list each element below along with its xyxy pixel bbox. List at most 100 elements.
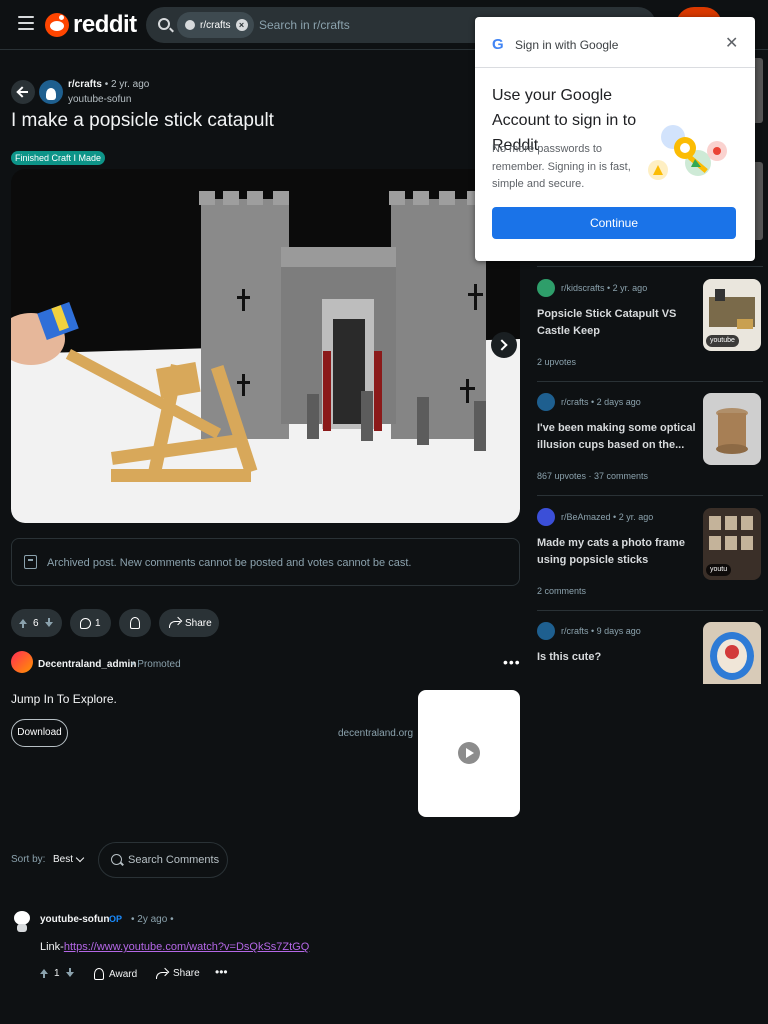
comment-time: • 2y ago • — [131, 914, 174, 925]
advertiser-avatar[interactable] — [11, 651, 33, 673]
related-title[interactable]: Is this cute? — [537, 649, 697, 666]
upvote-icon[interactable] — [17, 617, 29, 629]
post-time: 2 yr. ago — [110, 79, 150, 90]
close-icon[interactable]: ✕ — [725, 36, 738, 52]
archived-notice: Archived post. New comments cannot be po… — [11, 538, 520, 586]
divider — [537, 381, 763, 382]
subreddit-avatar — [537, 508, 555, 526]
subreddit-avatar — [537, 622, 555, 640]
craft-thumbnail-image — [710, 632, 754, 680]
chevron-down-icon[interactable] — [75, 853, 85, 863]
comment-vote-count: 1 — [54, 967, 60, 979]
archive-icon — [24, 555, 37, 569]
related-stats: 867 upvotes · 37 comments — [537, 471, 649, 481]
downvote-icon[interactable] — [43, 617, 55, 629]
related-meta: r/BeAmazed • 2 yr. ago — [561, 512, 654, 522]
logo-text: reddit — [73, 11, 137, 38]
menu-icon[interactable] — [18, 16, 34, 30]
related-meta: r/crafts • 9 days ago — [561, 626, 641, 636]
share-icon — [156, 969, 168, 979]
comment-author[interactable]: youtube-sofun — [40, 914, 109, 925]
vote-control: 6 — [11, 609, 62, 637]
divider — [537, 610, 763, 611]
ad-more-icon[interactable]: ••• — [503, 654, 521, 670]
google-logo-icon: G — [492, 36, 504, 53]
related-stats: 2 comments — [537, 586, 587, 596]
youtube-badge: youtube — [706, 335, 739, 347]
related-post[interactable]: r/BeAmazed • 2 yr. ago Made my cats a ph… — [537, 508, 763, 608]
comment-icon — [80, 617, 91, 629]
search-placeholder[interactable]: Search in r/crafts — [259, 18, 350, 32]
post-meta: r/crafts • 2 yr. ago — [68, 79, 150, 90]
award-icon — [130, 617, 140, 629]
archived-text: Archived post. New comments cannot be po… — [47, 557, 412, 569]
google-popup-title: Sign in with Google — [515, 38, 619, 52]
share-button[interactable]: Share — [159, 609, 219, 637]
commenter-avatar[interactable] — [11, 905, 33, 932]
post-author[interactable]: youtube-sofun — [68, 94, 131, 105]
ad-download-button[interactable]: Download — [11, 719, 68, 747]
clear-chip-icon[interactable]: × — [235, 19, 248, 31]
sort-label: Sort by: — [11, 854, 46, 865]
reddit-snoo-icon — [45, 13, 69, 37]
divider — [475, 67, 755, 68]
post-image-gallery[interactable] — [11, 169, 520, 523]
back-button[interactable] — [11, 80, 35, 104]
op-badge: OP — [109, 914, 123, 924]
search-icon — [111, 854, 122, 865]
ad-domain[interactable]: decentraland.org — [338, 728, 413, 739]
upvote-icon[interactable] — [38, 967, 50, 979]
subreddit-avatar[interactable] — [39, 80, 63, 104]
key-illustration-icon — [648, 125, 727, 180]
post-title: I make a popsicle stick catapult — [11, 110, 274, 131]
related-thumbnail[interactable] — [703, 622, 761, 684]
comment-body: Link-https://www.youtube.com/watch?v=DsQ… — [40, 941, 310, 953]
reddit-logo[interactable]: reddit — [45, 11, 137, 39]
comment-vote-control: 1 — [38, 967, 76, 979]
comment-award-button[interactable]: Award — [94, 968, 137, 980]
related-meta: r/kidscrafts • 2 yr. ago — [561, 283, 648, 293]
subreddit-search-chip[interactable]: r/crafts × — [177, 12, 254, 38]
comment-more-icon[interactable]: ••• — [215, 965, 228, 979]
continue-button[interactable]: Continue — [492, 207, 736, 239]
comments-button[interactable]: 1 — [70, 609, 111, 637]
advertiser-name[interactable]: Decentraland_admin — [38, 659, 136, 670]
comment-count: 1 — [95, 617, 101, 629]
chip-label: r/crafts — [200, 19, 231, 31]
related-stats: 2 upvotes — [537, 357, 577, 367]
ad-thumbnail[interactable] — [418, 690, 520, 817]
award-button[interactable] — [119, 609, 151, 637]
gallery-next-icon[interactable] — [491, 332, 517, 358]
related-thumbnail[interactable]: youtu — [703, 508, 761, 580]
related-meta: r/crafts • 2 days ago — [561, 397, 641, 407]
related-title[interactable]: I've been making some optical illusion c… — [537, 420, 697, 454]
castle-catapult-photo — [11, 169, 520, 523]
subreddit-link[interactable]: r/crafts — [68, 79, 102, 90]
subreddit-avatar — [537, 279, 555, 297]
award-icon — [94, 968, 104, 980]
search-icon — [158, 18, 170, 30]
ad-headline[interactable]: Jump In To Explore. — [11, 692, 117, 706]
related-thumbnail[interactable]: youtube — [703, 279, 761, 351]
youtube-badge: youtu — [706, 564, 732, 576]
share-label: Share — [185, 617, 212, 629]
play-icon — [458, 742, 480, 764]
subreddit-icon — [185, 20, 195, 30]
divider — [537, 495, 763, 496]
subreddit-avatar — [537, 393, 555, 411]
search-comments-input[interactable]: Search Comments — [98, 842, 228, 878]
comment-share-button[interactable]: Share — [156, 968, 200, 979]
related-title[interactable]: Popsicle Stick Catapult VS Castle Keep — [537, 306, 697, 340]
share-icon — [169, 618, 181, 628]
related-post[interactable]: r/crafts • 9 days ago Is this cute? — [537, 622, 763, 684]
related-post[interactable]: r/kidscrafts • 2 yr. ago Popsicle Stick … — [537, 279, 763, 379]
post-flair[interactable]: Finished Craft I Made — [11, 151, 106, 165]
comment-link[interactable]: https://www.youtube.com/watch?v=DsQkSs7Z… — [64, 941, 309, 953]
google-popup-description: No more passwords to remember. Signing i… — [492, 143, 631, 190]
sort-dropdown[interactable]: Best — [53, 854, 73, 865]
related-post[interactable]: r/crafts • 2 days ago I've been making s… — [537, 393, 763, 493]
related-title[interactable]: Made my cats a photo frame using popsicl… — [537, 535, 697, 569]
promoted-label: • Promoted — [131, 659, 181, 670]
downvote-icon[interactable] — [64, 967, 76, 979]
related-thumbnail[interactable] — [703, 393, 761, 465]
